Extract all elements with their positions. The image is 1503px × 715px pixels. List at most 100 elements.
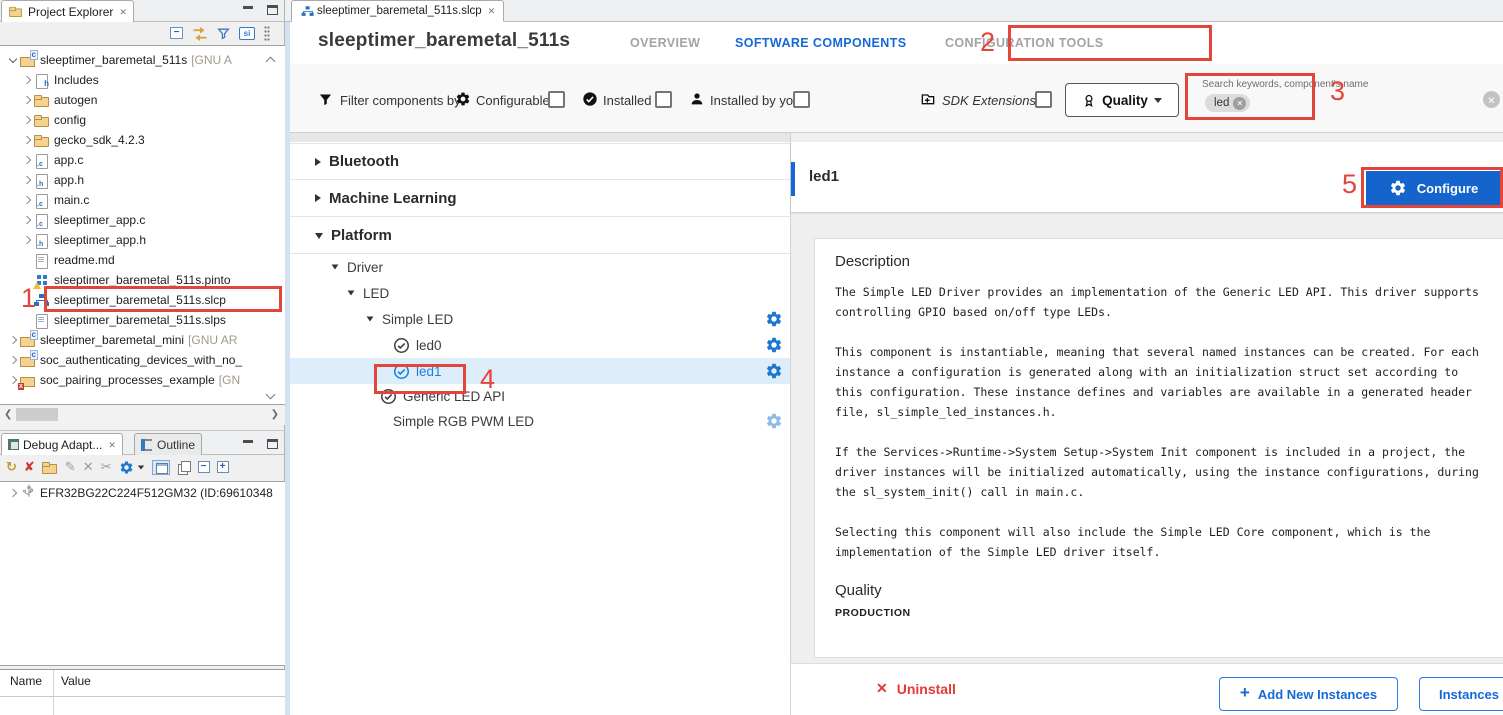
minimize-icon[interactable] <box>243 440 253 443</box>
chevron-collapsed-icon[interactable] <box>6 333 20 347</box>
chip-remove-icon[interactable] <box>1233 97 1246 110</box>
node-simple-led[interactable]: Simple LED <box>290 306 790 332</box>
rename-icon[interactable]: ✎ <box>65 460 76 475</box>
chevron-collapsed-icon[interactable] <box>20 113 34 127</box>
minimize-icon[interactable] <box>243 6 253 9</box>
si-package-icon[interactable]: si <box>239 27 255 40</box>
chevron-collapsed-icon[interactable] <box>20 73 34 87</box>
search-clear-icon[interactable] <box>1483 91 1500 108</box>
view-menu-icon[interactable] <box>264 26 270 41</box>
tree-item-gecko-sdk[interactable]: gecko_sdk_4.2.3 <box>0 130 285 150</box>
description-card: Description The Simple LED Driver provid… <box>814 238 1503 658</box>
node-led1[interactable]: led1 <box>290 358 790 384</box>
tab-project-explorer[interactable]: Project Explorer <box>1 0 134 22</box>
add-new-instances-button[interactable]: +Add New Instances <box>1219 677 1398 711</box>
instances-button[interactable]: Instances <box>1419 677 1503 711</box>
triangle-collapsed-icon <box>315 194 321 202</box>
c-project-icon <box>20 353 36 368</box>
collapse-all-icon[interactable] <box>170 27 183 39</box>
close-icon[interactable] <box>108 439 116 451</box>
node-simple-rgb-pwm-led[interactable]: Simple RGB PWM LED <box>290 408 790 434</box>
tab-slcp-file[interactable]: sleeptimer_baremetal_511s.slcp <box>291 0 504 22</box>
tab-software-components[interactable]: SOFTWARE COMPONENTS <box>735 36 907 50</box>
horizontal-scrollbar[interactable]: ❮ ❯ <box>0 405 285 425</box>
configurable-checkbox[interactable] <box>548 91 565 108</box>
maximize-icon[interactable] <box>267 439 278 449</box>
category-platform[interactable]: Platform <box>290 217 790 254</box>
tree-item-slcp[interactable]: sleeptimer_baremetal_511s.slcp <box>0 290 285 310</box>
chevron-collapsed-icon[interactable] <box>20 93 34 107</box>
adapter-item[interactable]: EFR32BG22C224F512GM32 (ID:69610348 <box>0 482 285 504</box>
node-generic-led-api[interactable]: Generic LED API <box>290 384 790 408</box>
scroll-up-icon[interactable] <box>266 54 276 64</box>
tree-item-main-c[interactable]: main.c <box>0 190 285 210</box>
category-machine-learning[interactable]: Machine Learning <box>290 180 790 217</box>
tree-item-pintool[interactable]: sleeptimer_baremetal_511s.pinto <box>0 270 285 290</box>
refresh-icon[interactable]: ↻ <box>6 460 17 475</box>
tree-item-config[interactable]: config <box>0 110 285 130</box>
chevron-collapsed-icon[interactable] <box>6 486 20 500</box>
close-icon[interactable] <box>119 6 127 18</box>
tree-item-project-soc-pairing[interactable]: soc_pairing_processes_example[GN <box>0 370 285 390</box>
collapse-all-icon[interactable]: − <box>198 461 210 473</box>
chevron-collapsed-icon[interactable] <box>20 153 34 167</box>
chevron-collapsed-icon[interactable] <box>20 133 34 147</box>
filter-icon[interactable] <box>217 27 230 40</box>
sdk-extensions-checkbox[interactable] <box>1035 91 1052 108</box>
tree-item-sleeptimer-app-h[interactable]: sleeptimer_app.h <box>0 230 285 250</box>
debug-adapters-panel: Debug Adapt... Outline ↻ ✘ ✎ ✕ ✂ − + <box>0 430 285 715</box>
tree-item-autogen[interactable]: autogen <box>0 90 285 110</box>
tree-item-sleeptimer-app-c[interactable]: sleeptimer_app.c <box>0 210 285 230</box>
tree-item-app-c[interactable]: app.c <box>0 150 285 170</box>
tree-item-project-soc-auth[interactable]: soc_authenticating_devices_with_no_ <box>0 350 285 370</box>
simplicity-studio-window: Project Explorer si sleeptimer_baremetal… <box>0 0 1503 715</box>
chevron-collapsed-icon[interactable] <box>20 173 34 187</box>
configure-gear-icon[interactable] <box>765 336 783 354</box>
chevron-expanded-icon[interactable] <box>6 53 20 67</box>
chevron-collapsed-icon[interactable] <box>20 233 34 247</box>
disconnect-icon[interactable]: ✘ <box>24 460 35 475</box>
tab-overview[interactable]: OVERVIEW <box>630 36 700 50</box>
component-name: led1 <box>809 168 839 185</box>
configure-gear-icon[interactable] <box>765 362 783 380</box>
chevron-collapsed-icon[interactable] <box>20 213 34 227</box>
configure-gear-icon[interactable] <box>765 412 783 430</box>
chevron-collapsed-icon[interactable] <box>6 353 20 367</box>
scrollbar-thumb[interactable] <box>16 408 58 421</box>
tab-debug-adapters[interactable]: Debug Adapt... <box>1 433 123 455</box>
slcp-icon <box>34 293 50 308</box>
tree-item-includes[interactable]: Includes <box>0 70 285 90</box>
link-with-editor-icon[interactable] <box>192 26 208 41</box>
configure-gear-icon[interactable] <box>765 310 783 328</box>
search-chip[interactable]: led <box>1205 94 1250 112</box>
close-icon[interactable] <box>488 5 496 17</box>
tree-item-readme[interactable]: readme.md <box>0 250 285 270</box>
settings-gear-icon[interactable] <box>119 460 145 475</box>
category-bluetooth[interactable]: Bluetooth <box>290 143 790 180</box>
installed-checkbox[interactable] <box>655 91 672 108</box>
scroll-down-icon[interactable] <box>266 391 276 401</box>
tab-configuration-tools[interactable]: CONFIGURATION TOOLS <box>945 36 1104 50</box>
tree-item-app-h[interactable]: app.h <box>0 170 285 190</box>
tree-item-project[interactable]: sleeptimer_baremetal_511s [GNU A <box>0 50 285 70</box>
expand-all-icon[interactable]: + <box>217 461 229 473</box>
installed-by-you-checkbox[interactable] <box>793 91 810 108</box>
tree-item-project-mini[interactable]: sleeptimer_baremetal_mini[GNU AR <box>0 330 285 350</box>
view-table-icon[interactable] <box>152 460 170 475</box>
scroll-left-icon[interactable]: ❮ <box>4 409 12 420</box>
chevron-collapsed-icon[interactable] <box>20 193 34 207</box>
quality-dropdown[interactable]: Quality <box>1065 83 1179 117</box>
configure-button[interactable]: Configure <box>1366 171 1501 205</box>
node-led0[interactable]: led0 <box>290 332 790 358</box>
view-duplicate-icon[interactable] <box>177 460 191 474</box>
tree-item-slps[interactable]: sleeptimer_baremetal_511s.slps <box>0 310 285 330</box>
new-group-icon[interactable] <box>42 460 58 475</box>
uninstall-button[interactable]: Uninstall <box>876 680 956 697</box>
node-led[interactable]: LED <box>290 280 790 306</box>
maximize-icon[interactable] <box>267 5 278 15</box>
node-driver[interactable]: Driver <box>290 254 790 280</box>
delete-icon[interactable]: ✕ <box>83 460 94 475</box>
tab-outline[interactable]: Outline <box>134 433 202 455</box>
scroll-right-icon[interactable]: ❯ <box>271 409 279 420</box>
unplug-icon[interactable]: ✂ <box>101 460 112 475</box>
